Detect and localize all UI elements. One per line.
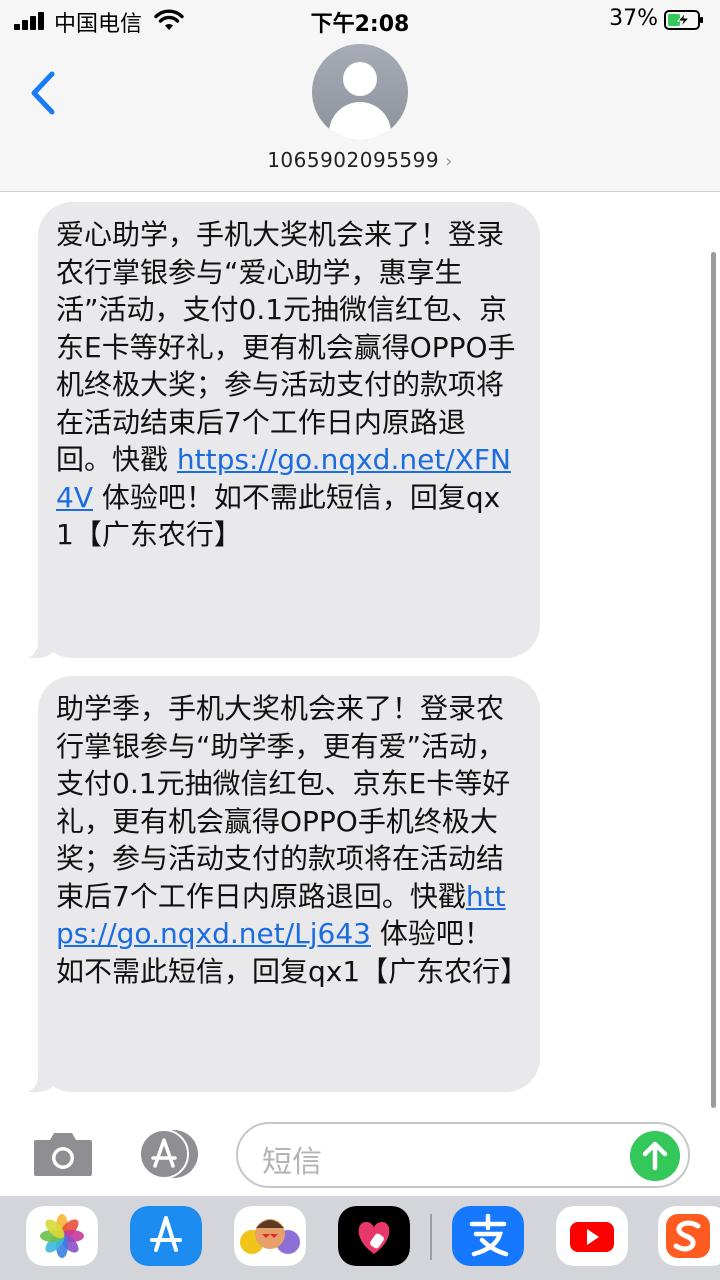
battery-charging-icon [664, 10, 703, 30]
contact-name: 1065902095599 [267, 148, 440, 172]
alipay-icon[interactable] [452, 1206, 524, 1266]
message-input[interactable]: 短信 [236, 1122, 690, 1188]
youtube-icon[interactable] [556, 1206, 628, 1266]
camera-icon[interactable] [32, 1130, 94, 1178]
app-drawer [0, 1196, 720, 1280]
message-bubble[interactable]: 助学季，手机大奖机会来了！登录农行掌银参与“助学季，更有爱”活动，支付0.1元抽… [12, 676, 540, 1093]
sogou-icon[interactable] [658, 1206, 720, 1266]
digital-touch-icon[interactable] [338, 1206, 410, 1266]
person-icon [343, 62, 377, 96]
contact-name-button[interactable]: 1065902095599 › [0, 148, 720, 172]
message-input-placeholder: 短信 [262, 1145, 322, 1180]
message-text: 体验吧！如不需此短信，回复qx1【广东农行】 [56, 480, 501, 552]
app-store-icon[interactable] [134, 1128, 204, 1180]
chevron-left-icon[interactable] [28, 70, 58, 116]
chevron-right-icon: › [445, 151, 453, 172]
message-text: 助学季，手机大奖机会来了！登录农行掌银参与“助学季，更有爱”活动，支付0.1元抽… [56, 692, 511, 913]
photos-icon[interactable] [26, 1206, 98, 1266]
status-bar: 中国电信 下午2:08 37% [0, 0, 720, 40]
arrow-up-icon[interactable] [630, 1131, 680, 1181]
scrollbar[interactable] [711, 252, 716, 1108]
battery-percent: 37% [609, 6, 658, 31]
memoji-icon[interactable] [234, 1206, 306, 1266]
drawer-divider [430, 1214, 432, 1260]
message-bubble[interactable]: 爱心助学，手机大奖机会来了！登录农行掌银参与“爱心助学，惠享生活”活动，支付0.… [12, 202, 540, 659]
app-store-icon[interactable] [130, 1206, 202, 1266]
contact-avatar[interactable] [312, 44, 408, 140]
conversation-header: 1065902095599 › [0, 40, 720, 192]
message-text: 爱心助学，手机大奖机会来了！登录农行掌银参与“爱心助学，惠享生活”活动，支付0.… [56, 218, 516, 476]
